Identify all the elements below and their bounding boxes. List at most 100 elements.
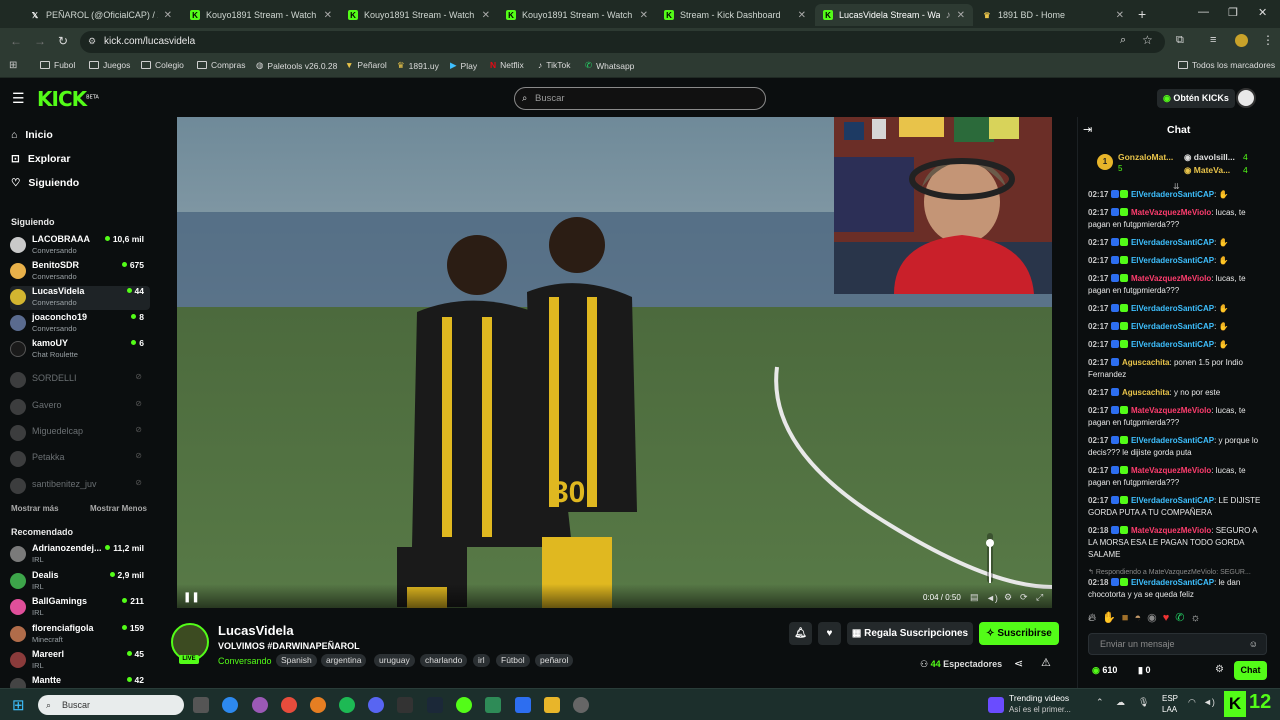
browser-tab-3[interactable]: K Kouyo1891 Stream - Watch Live ✕ — [340, 4, 498, 26]
captions-icon[interactable]: ▤ — [970, 592, 979, 603]
streamer-name[interactable]: LucasVidela — [218, 623, 294, 638]
recommended-channel[interactable]: florenciafigola Minecraft 159 — [10, 623, 150, 647]
close-tab-icon[interactable]: ✕ — [640, 10, 648, 21]
close-tab-icon[interactable]: ✕ — [1116, 10, 1124, 21]
close-tab-icon[interactable]: ✕ — [482, 10, 490, 21]
chat-send-button[interactable]: Chat — [1234, 661, 1267, 680]
settings-icon[interactable]: ⚙ — [1004, 592, 1012, 603]
chat-username[interactable]: ElVerdaderoSantiCAP — [1131, 256, 1214, 265]
notifications-button[interactable]: 🔔︎ — [789, 622, 812, 645]
stream-tag[interactable]: uruguay — [374, 654, 415, 667]
chat-username[interactable]: ElVerdaderoSantiCAP — [1131, 304, 1214, 313]
bookmark-colegio[interactable]: Colegio — [141, 60, 184, 70]
show-less-link[interactable]: Mostrar Menos — [90, 504, 147, 513]
recommended-channel[interactable]: Adrianozendej... IRL 11,2 mil — [10, 543, 150, 567]
clip-icon[interactable]: ⟳ — [1020, 592, 1028, 603]
stream-tag[interactable]: irl — [473, 654, 490, 667]
app-icon[interactable] — [485, 697, 501, 713]
bookmark-whatsapp[interactable]: ✆ Whatsapp — [585, 60, 634, 71]
chat-username[interactable]: ElVerdaderoSantiCAP — [1131, 190, 1214, 199]
spotify-icon[interactable] — [339, 697, 355, 713]
reload-icon[interactable]: ↻ — [58, 34, 68, 48]
forward-icon[interactable]: → — [34, 34, 46, 48]
gift-subs-button[interactable]: ▦ Regala Suscripciones — [847, 622, 973, 645]
chrome-profile-icon[interactable] — [252, 697, 268, 713]
stream-tag[interactable]: argentina — [321, 654, 367, 667]
search-input[interactable]: ⌕ Buscar — [514, 87, 766, 110]
browser-tab-4[interactable]: K Kouyo1891 Stream - Watch Live ✕ — [498, 4, 656, 26]
user-avatar[interactable] — [1236, 88, 1256, 108]
recommended-channel[interactable]: Mareerl IRL 45 — [10, 649, 150, 673]
pause-icon[interactable]: ❚❚ — [183, 592, 200, 603]
task-view-icon[interactable] — [193, 697, 209, 713]
share-icon[interactable]: ⋖ — [1014, 657, 1023, 670]
following-channel[interactable]: BenitoSDR Conversando 675 — [10, 260, 150, 284]
follow-button[interactable]: ♥ — [818, 622, 841, 645]
back-icon[interactable]: ← — [10, 34, 22, 48]
bookmark-tiktok[interactable]: ♪ TikTok — [538, 60, 571, 70]
bookmark-juegos[interactable]: Juegos — [89, 60, 130, 70]
chat-input[interactable]: Enviar un mensaje ☺ — [1088, 633, 1267, 655]
kicks-balance[interactable]: ◉ 610 — [1092, 665, 1117, 676]
close-tab-icon[interactable]: ✕ — [798, 10, 806, 21]
offline-channel[interactable]: Miguedelcap ⊘ — [10, 422, 150, 446]
taskbar-search[interactable]: ⌕ Buscar — [38, 695, 184, 715]
steam-icon[interactable] — [427, 697, 443, 713]
chat-username[interactable]: Aguscachita — [1122, 388, 1170, 397]
hamburger-menu-icon[interactable]: ☰ — [12, 90, 25, 107]
leader-name[interactable]: ◉ MateVa... — [1184, 165, 1230, 176]
following-channel-active[interactable]: LucasVidela Conversando 44 — [10, 286, 150, 310]
news-widget-icon[interactable] — [988, 697, 1004, 713]
chat-username[interactable]: MateVazquezMeViolo — [1131, 208, 1211, 217]
all-bookmarks[interactable]: Todos los marcadores — [1178, 60, 1275, 70]
bookmark-fubol[interactable]: Fubol — [40, 60, 75, 70]
channel-points[interactable]: ▮ 0 — [1138, 665, 1150, 676]
recommended-channel[interactable]: Dealis IRL 2,9 mil — [10, 570, 150, 594]
leader-name[interactable]: ◉ davolsill... — [1184, 152, 1235, 163]
volume-icon[interactable]: ◄) — [986, 593, 998, 603]
recommended-channel[interactable]: BallGamings IRL 211 — [10, 596, 150, 620]
show-more-link[interactable]: Mostrar más — [11, 504, 59, 513]
volume-knob[interactable] — [986, 539, 994, 547]
discord-icon[interactable] — [368, 697, 384, 713]
chat-username[interactable]: MateVazquezMeViolo — [1131, 274, 1211, 283]
maximize-button[interactable]: ❐ — [1228, 6, 1238, 19]
stream-tag[interactable]: Fútbol — [496, 654, 530, 667]
profile-avatar[interactable] — [1235, 34, 1248, 47]
apps-grid-icon[interactable]: ⊞ — [9, 60, 17, 71]
extensions-icon[interactable]: ⧉ — [1176, 34, 1184, 47]
close-window-button[interactable]: ✕ — [1258, 6, 1267, 19]
nav-siguiendo[interactable]: ♡ Siguiendo — [11, 177, 79, 189]
following-channel[interactable]: kamoUY Chat Roulette 6 — [10, 338, 150, 362]
stream-category[interactable]: Conversando — [218, 656, 272, 666]
bookmark-1891[interactable]: ♛ 1891.uy — [397, 60, 439, 71]
bookmark-paletools[interactable]: ◍ Paletools v26.0.28 — [256, 60, 337, 71]
close-tab-icon[interactable]: ✕ — [324, 10, 332, 21]
subscribe-button[interactable]: ✧ Suscribirse — [979, 622, 1059, 645]
wifi-icon[interactable]: ◠ — [1188, 697, 1196, 708]
kick-logo[interactable]: KICKBETA — [37, 87, 99, 111]
chat-username[interactable]: ElVerdaderoSantiCAP — [1131, 340, 1214, 349]
report-icon[interactable]: ⚠ — [1041, 656, 1051, 669]
emoji-icon[interactable]: ☺ — [1249, 634, 1258, 654]
browser-tab-6-active[interactable]: K LucasVidela Stream - Watch ♪ ✕ — [815, 4, 973, 26]
following-channel[interactable]: LACOBRAAA Conversando 10,6 mil — [10, 234, 150, 258]
browser-tab-7[interactable]: ♛ 1891 BD - Home ✕ — [974, 4, 1132, 26]
emote-bar[interactable]: 🔥︎✋■◓◉♥✆☼ — [1088, 611, 1207, 625]
bookmark-star-icon[interactable]: ☆ — [1142, 33, 1153, 47]
chat-username[interactable]: MateVazquezMeViolo — [1131, 406, 1211, 415]
close-tab-icon[interactable]: ✕ — [957, 10, 965, 21]
file-explorer-icon[interactable] — [544, 697, 560, 713]
app-icon[interactable] — [573, 697, 589, 713]
nav-explorar[interactable]: ⊡ Explorar — [11, 153, 70, 165]
language-code[interactable]: ESP — [1162, 694, 1178, 703]
chat-username[interactable]: Aguscachita — [1122, 358, 1170, 367]
chrome-icon[interactable] — [222, 697, 238, 713]
stream-tag[interactable]: peñarol — [535, 654, 574, 667]
zoom-icon[interactable]: ⌕ — [1120, 34, 1126, 47]
bookmark-play[interactable]: ▶ Play — [450, 60, 477, 71]
offline-channel[interactable]: SORDELLI ⊘ — [10, 369, 150, 393]
volume-slider[interactable] — [986, 533, 994, 583]
browser-tab-2[interactable]: K Kouyo1891 Stream - Watch Live ✕ — [182, 4, 340, 26]
chat-username[interactable]: ElVerdaderoSantiCAP — [1131, 436, 1214, 445]
